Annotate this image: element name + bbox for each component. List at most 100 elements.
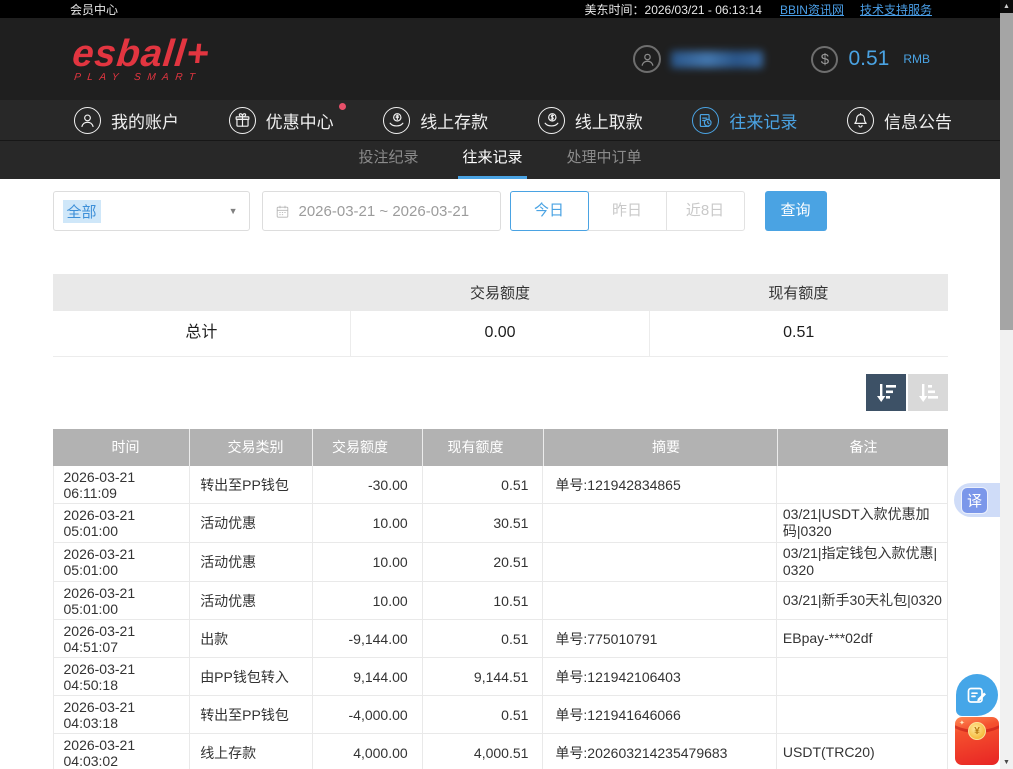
user-icon — [74, 107, 101, 134]
table-row: 2026-03-21 04:03:18转出至PP钱包-4,000.000.51单… — [53, 696, 948, 734]
gold-coin-icon: ¥ — [968, 722, 986, 740]
user-icon — [633, 45, 661, 73]
notification-dot-icon — [339, 103, 346, 110]
sort-descending-button[interactable] — [866, 374, 906, 411]
table-row: 2026-03-21 04:50:18由PP钱包转入9,144.009,144.… — [53, 658, 948, 696]
cell-summary — [543, 504, 776, 542]
cell-summary — [543, 543, 776, 581]
cell-balance: 0.51 — [423, 696, 544, 733]
username-blurred — [671, 51, 763, 68]
subtab-往来记录[interactable]: 往来记录 — [458, 141, 526, 179]
nav-item-label: 信息公告 — [884, 108, 952, 133]
translate-widget[interactable]: 译 — [954, 483, 1000, 517]
date-range-input[interactable]: 2026-03-21 ~ 2026-03-21 — [262, 191, 501, 231]
scrollbar-thumb[interactable] — [1000, 13, 1013, 330]
topbar-link-1[interactable]: 技术支持服务 — [860, 1, 932, 18]
summary-header-row: 交易额度 现有额度 — [53, 274, 948, 311]
scroll-up-arrow[interactable]: ▲ — [1000, 0, 1013, 13]
nav-item-label: 线上存款 — [420, 108, 488, 133]
cell-summary: 单号:121942106403 — [543, 658, 776, 695]
esball-logo[interactable]: esball+ PLAY SMART — [70, 36, 212, 83]
summary-total-row: 总计 0.00 0.51 — [53, 311, 948, 357]
nav-item-往来记录[interactable]: 往来记录 — [692, 107, 797, 134]
sub-nav: 投注纪录往来记录处理中订单 — [0, 141, 1000, 179]
sort-controls — [53, 374, 948, 411]
account-widget[interactable] — [633, 45, 763, 73]
cell-remark: EBpay-***02df — [777, 620, 947, 657]
cell-summary: 单号:121941646066 — [543, 696, 776, 733]
nav-item-线上取款[interactable]: 线上取款 — [538, 107, 643, 134]
feedback-edit-button[interactable] — [956, 674, 998, 716]
cell-remark — [777, 466, 947, 503]
top-bar-right: 美东时间：2026/03/21 - 06:13:14 BBIN资讯网技术支持服务 — [585, 1, 932, 18]
filter-row: 全部 ▼ 2026-03-21 ~ 2026-03-21 今日昨日近8日 查询 — [53, 191, 948, 231]
summary-current-balance: 0.51 — [650, 311, 948, 356]
transactions-header-row: 时间交易类别交易额度现有额度摘要备注 — [53, 429, 948, 466]
cell-summary: 单号:775010791 — [543, 620, 776, 657]
main-nav: 我的账户 优惠中心 线上存款 线上取款 往来记录 信息公告 — [0, 100, 1000, 141]
topbar-links: BBIN资讯网技术支持服务 — [780, 1, 932, 18]
balance-currency: RMB — [903, 52, 930, 66]
cell-balance: 20.51 — [423, 543, 544, 581]
summary-table: 交易额度 现有额度 总计 0.00 0.51 — [53, 274, 948, 357]
quick-button-今日[interactable]: 今日 — [510, 191, 589, 231]
scroll-down-arrow[interactable]: ▼ — [1000, 756, 1013, 769]
cell-balance: 0.51 — [423, 466, 544, 503]
cell-amount: 9,144.00 — [313, 658, 423, 695]
nav-item-label: 线上取款 — [575, 108, 643, 133]
server-time: 美东时间：2026/03/21 - 06:13:14 — [585, 1, 762, 18]
type-dropdown-value: 全部 — [63, 200, 101, 223]
table-row: 2026-03-21 06:11:09转出至PP钱包-30.000.51单号:1… — [53, 466, 948, 504]
transactions-table: 时间交易类别交易额度现有额度摘要备注 2026-03-21 06:11:09转出… — [53, 429, 948, 769]
column-header-摘要: 摘要 — [544, 429, 778, 466]
transactions-body: 2026-03-21 06:11:09转出至PP钱包-30.000.51单号:1… — [53, 466, 948, 769]
subtab-处理中订单[interactable]: 处理中订单 — [563, 141, 646, 179]
sort-ascending-button[interactable] — [908, 374, 948, 411]
quick-date-buttons: 今日昨日近8日 — [510, 191, 745, 231]
member-center-link[interactable]: 会员中心 — [70, 1, 118, 18]
search-button[interactable]: 查询 — [765, 191, 827, 231]
date-range-value: 2026-03-21 ~ 2026-03-21 — [299, 203, 470, 220]
logo-tagline: PLAY SMART — [74, 72, 208, 83]
nav-item-label: 往来记录 — [729, 108, 797, 133]
cell-type: 线上存款 — [190, 734, 313, 769]
column-header-备注: 备注 — [778, 429, 948, 466]
cell-remark — [777, 658, 947, 695]
cell-amount: 10.00 — [313, 504, 423, 542]
summary-transaction-amount: 0.00 — [351, 311, 650, 356]
cell-amount: -9,144.00 — [313, 620, 423, 657]
top-bar: 会员中心 美东时间：2026/03/21 - 06:13:14 BBIN资讯网技… — [0, 0, 1000, 18]
cell-summary — [543, 582, 776, 619]
nav-item-label: 我的账户 — [111, 108, 179, 133]
cell-time: 2026-03-21 04:03:02 — [54, 734, 191, 769]
nav-item-我的账户[interactable]: 我的账户 — [74, 107, 179, 134]
cell-amount: 10.00 — [313, 582, 423, 619]
subtab-投注纪录[interactable]: 投注纪录 — [354, 141, 422, 179]
nav-item-优惠中心[interactable]: 优惠中心 — [229, 107, 334, 134]
site-header: esball+ PLAY SMART $ 0.51 RMB — [0, 18, 1000, 100]
nav-item-线上存款[interactable]: 线上存款 — [383, 107, 488, 134]
cell-time: 2026-03-21 06:11:09 — [54, 466, 191, 503]
bell-icon — [847, 107, 874, 134]
cell-type: 出款 — [190, 620, 313, 657]
table-row: 2026-03-21 04:03:02线上存款4,000.004,000.51单… — [53, 734, 948, 769]
cell-time: 2026-03-21 04:50:18 — [54, 658, 191, 695]
quick-button-近8日[interactable]: 近8日 — [666, 191, 745, 231]
cell-remark: 03/21|新手30天礼包|0320 — [777, 582, 947, 619]
nav-item-信息公告[interactable]: 信息公告 — [847, 107, 952, 134]
summary-total-label: 总计 — [53, 311, 352, 356]
summary-header-balance: 现有额度 — [649, 282, 947, 303]
balance-widget[interactable]: $ 0.51 RMB — [811, 46, 930, 73]
red-envelope-button[interactable]: ¥ ✦ — [955, 717, 999, 765]
topbar-link-0[interactable]: BBIN资讯网 — [780, 1, 844, 18]
type-dropdown[interactable]: 全部 ▼ — [53, 191, 250, 231]
cell-balance: 0.51 — [423, 620, 544, 657]
cell-amount: -4,000.00 — [313, 696, 423, 733]
column-header-交易额度: 交易额度 — [313, 429, 423, 466]
cell-time: 2026-03-21 04:51:07 — [54, 620, 191, 657]
cell-type: 转出至PP钱包 — [190, 466, 313, 503]
cell-balance: 10.51 — [423, 582, 544, 619]
quick-button-昨日[interactable]: 昨日 — [588, 191, 667, 231]
cell-time: 2026-03-21 05:01:00 — [54, 582, 191, 619]
cell-type: 活动优惠 — [190, 543, 313, 581]
